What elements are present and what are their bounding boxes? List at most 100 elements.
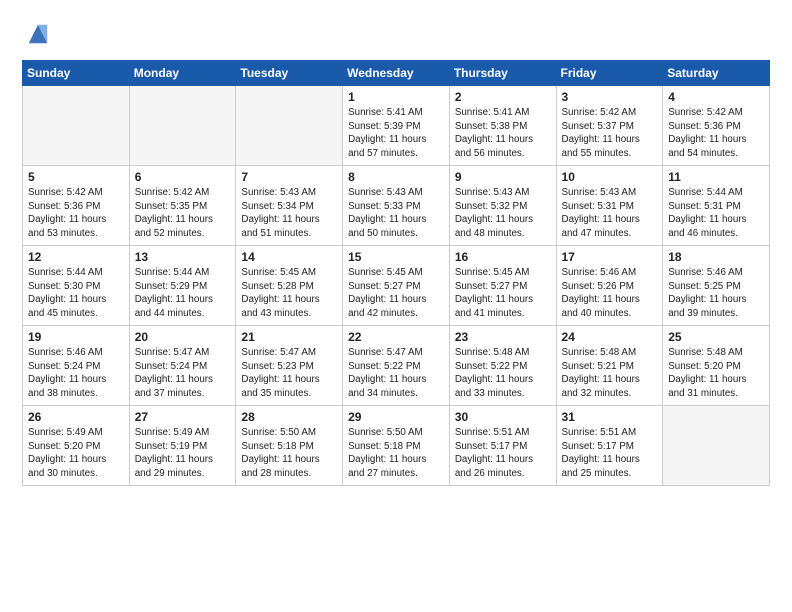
calendar-cell: 30 Sunrise: 5:51 AM Sunset: 5:17 PM Dayli…	[449, 406, 556, 486]
day-number: 13	[135, 250, 231, 264]
cell-info: Sunrise: 5:45 AM Sunset: 5:27 PM Dayligh…	[348, 266, 444, 320]
day-number: 31	[562, 410, 658, 424]
cell-info: Sunrise: 5:49 AM Sunset: 5:19 PM Dayligh…	[135, 426, 231, 480]
day-number: 7	[241, 170, 337, 184]
day-number: 10	[562, 170, 658, 184]
cell-info: Sunrise: 5:51 AM Sunset: 5:17 PM Dayligh…	[455, 426, 551, 480]
calendar-cell: 7 Sunrise: 5:43 AM Sunset: 5:34 PM Daylig…	[236, 166, 343, 246]
calendar-cell: 27 Sunrise: 5:49 AM Sunset: 5:19 PM Dayli…	[129, 406, 236, 486]
day-number: 18	[668, 250, 764, 264]
calendar-cell: 8 Sunrise: 5:43 AM Sunset: 5:33 PM Daylig…	[343, 166, 450, 246]
calendar-header-thursday: Thursday	[449, 61, 556, 86]
cell-info: Sunrise: 5:48 AM Sunset: 5:22 PM Dayligh…	[455, 346, 551, 400]
calendar-header-saturday: Saturday	[663, 61, 770, 86]
calendar-cell: 5Sunrise: 5:42 AM Sunset: 5:36 PM Daylig…	[23, 166, 130, 246]
calendar-cell: 9Sunrise: 5:43 AM Sunset: 5:32 PM Daylig…	[449, 166, 556, 246]
day-number: 1	[348, 90, 444, 104]
calendar-cell: 18 Sunrise: 5:46 AM Sunset: 5:25 PM Dayli…	[663, 246, 770, 326]
cell-info: Sunrise: 5:46 AM Sunset: 5:25 PM Dayligh…	[668, 266, 764, 320]
cell-info: Sunrise: 5:42 AM Sunset: 5:37 PM Dayligh…	[562, 106, 658, 160]
day-number: 19	[28, 330, 124, 344]
calendar-cell: 16 Sunrise: 5:45 AM Sunset: 5:27 PM Dayli…	[449, 246, 556, 326]
calendar-cell: 2 Sunrise: 5:41 AM Sunset: 5:38 PM Daylig…	[449, 86, 556, 166]
calendar-cell: 20 Sunrise: 5:47 AM Sunset: 5:24 PM Dayli…	[129, 326, 236, 406]
day-number: 22	[348, 330, 444, 344]
day-number: 4	[668, 90, 764, 104]
cell-info: Sunrise: 5:42 AM Sunset: 5:36 PM Dayligh…	[668, 106, 764, 160]
cell-info: Sunrise: 5:41 AM Sunset: 5:38 PM Dayligh…	[455, 106, 551, 160]
cell-info: Sunrise: 5:45 AM Sunset: 5:28 PM Dayligh…	[241, 266, 337, 320]
day-number: 27	[135, 410, 231, 424]
calendar-cell: 31 Sunrise: 5:51 AM Sunset: 5:17 PM Dayli…	[556, 406, 663, 486]
day-number: 3	[562, 90, 658, 104]
calendar-cell: 19 Sunrise: 5:46 AM Sunset: 5:24 PM Dayli…	[23, 326, 130, 406]
day-number: 20	[135, 330, 231, 344]
calendar-cell: 17 Sunrise: 5:46 AM Sunset: 5:26 PM Dayli…	[556, 246, 663, 326]
calendar-cell: 23Sunrise: 5:48 AM Sunset: 5:22 PM Dayli…	[449, 326, 556, 406]
calendar-cell: 29 Sunrise: 5:50 AM Sunset: 5:18 PM Dayli…	[343, 406, 450, 486]
day-number: 26	[28, 410, 124, 424]
cell-info: Sunrise: 5:50 AM Sunset: 5:18 PM Dayligh…	[348, 426, 444, 480]
calendar-cell: 26 Sunrise: 5:49 AM Sunset: 5:20 PM Dayli…	[23, 406, 130, 486]
cell-info: Sunrise: 5:47 AM Sunset: 5:22 PM Dayligh…	[348, 346, 444, 400]
calendar-week-4: 19 Sunrise: 5:46 AM Sunset: 5:24 PM Dayli…	[23, 326, 770, 406]
calendar-cell: 28 Sunrise: 5:50 AM Sunset: 5:18 PM Dayli…	[236, 406, 343, 486]
cell-info: Sunrise: 5:51 AM Sunset: 5:17 PM Dayligh…	[562, 426, 658, 480]
cell-info: Sunrise: 5:43 AM Sunset: 5:33 PM Dayligh…	[348, 186, 444, 240]
cell-info: Sunrise: 5:44 AM Sunset: 5:30 PM Dayligh…	[28, 266, 124, 320]
cell-info: Sunrise: 5:49 AM Sunset: 5:20 PM Dayligh…	[28, 426, 124, 480]
cell-info: Sunrise: 5:44 AM Sunset: 5:31 PM Dayligh…	[668, 186, 764, 240]
cell-info: Sunrise: 5:43 AM Sunset: 5:34 PM Dayligh…	[241, 186, 337, 240]
cell-info: Sunrise: 5:45 AM Sunset: 5:27 PM Dayligh…	[455, 266, 551, 320]
calendar-header-sunday: Sunday	[23, 61, 130, 86]
calendar-header-monday: Monday	[129, 61, 236, 86]
day-number: 12	[28, 250, 124, 264]
cell-info: Sunrise: 5:47 AM Sunset: 5:24 PM Dayligh…	[135, 346, 231, 400]
page: SundayMondayTuesdayWednesdayThursdayFrid…	[0, 0, 792, 612]
day-number: 21	[241, 330, 337, 344]
calendar-week-2: 5Sunrise: 5:42 AM Sunset: 5:36 PM Daylig…	[23, 166, 770, 246]
calendar-cell: 14 Sunrise: 5:45 AM Sunset: 5:28 PM Dayli…	[236, 246, 343, 326]
cell-info: Sunrise: 5:42 AM Sunset: 5:35 PM Dayligh…	[135, 186, 231, 240]
calendar-cell: 3 Sunrise: 5:42 AM Sunset: 5:37 PM Daylig…	[556, 86, 663, 166]
day-number: 28	[241, 410, 337, 424]
cell-info: Sunrise: 5:46 AM Sunset: 5:24 PM Dayligh…	[28, 346, 124, 400]
calendar-table: SundayMondayTuesdayWednesdayThursdayFrid…	[22, 60, 770, 486]
day-number: 30	[455, 410, 551, 424]
calendar-cell	[236, 86, 343, 166]
calendar-header-wednesday: Wednesday	[343, 61, 450, 86]
cell-info: Sunrise: 5:44 AM Sunset: 5:29 PM Dayligh…	[135, 266, 231, 320]
cell-info: Sunrise: 5:48 AM Sunset: 5:20 PM Dayligh…	[668, 346, 764, 400]
day-number: 24	[562, 330, 658, 344]
cell-info: Sunrise: 5:47 AM Sunset: 5:23 PM Dayligh…	[241, 346, 337, 400]
calendar-week-3: 12 Sunrise: 5:44 AM Sunset: 5:30 PM Dayli…	[23, 246, 770, 326]
calendar-cell: 25Sunrise: 5:48 AM Sunset: 5:20 PM Dayli…	[663, 326, 770, 406]
calendar-cell: 1Sunrise: 5:41 AM Sunset: 5:39 PM Daylig…	[343, 86, 450, 166]
day-number: 15	[348, 250, 444, 264]
logo-icon	[22, 18, 54, 50]
cell-info: Sunrise: 5:43 AM Sunset: 5:31 PM Dayligh…	[562, 186, 658, 240]
day-number: 29	[348, 410, 444, 424]
cell-info: Sunrise: 5:46 AM Sunset: 5:26 PM Dayligh…	[562, 266, 658, 320]
calendar-cell: 11 Sunrise: 5:44 AM Sunset: 5:31 PM Dayli…	[663, 166, 770, 246]
day-number: 16	[455, 250, 551, 264]
calendar-cell: 15 Sunrise: 5:45 AM Sunset: 5:27 PM Dayli…	[343, 246, 450, 326]
day-number: 6	[135, 170, 231, 184]
calendar-cell: 22 Sunrise: 5:47 AM Sunset: 5:22 PM Dayli…	[343, 326, 450, 406]
calendar-cell	[663, 406, 770, 486]
day-number: 9	[455, 170, 551, 184]
cell-info: Sunrise: 5:48 AM Sunset: 5:21 PM Dayligh…	[562, 346, 658, 400]
calendar-week-5: 26 Sunrise: 5:49 AM Sunset: 5:20 PM Dayli…	[23, 406, 770, 486]
day-number: 17	[562, 250, 658, 264]
day-number: 14	[241, 250, 337, 264]
calendar-cell: 10 Sunrise: 5:43 AM Sunset: 5:31 PM Dayli…	[556, 166, 663, 246]
day-number: 2	[455, 90, 551, 104]
logo	[22, 18, 60, 50]
day-number: 11	[668, 170, 764, 184]
day-number: 8	[348, 170, 444, 184]
calendar-cell: 12 Sunrise: 5:44 AM Sunset: 5:30 PM Dayli…	[23, 246, 130, 326]
cell-info: Sunrise: 5:50 AM Sunset: 5:18 PM Dayligh…	[241, 426, 337, 480]
calendar-cell: 4 Sunrise: 5:42 AM Sunset: 5:36 PM Daylig…	[663, 86, 770, 166]
day-number: 5	[28, 170, 124, 184]
calendar-header-row: SundayMondayTuesdayWednesdayThursdayFrid…	[23, 61, 770, 86]
